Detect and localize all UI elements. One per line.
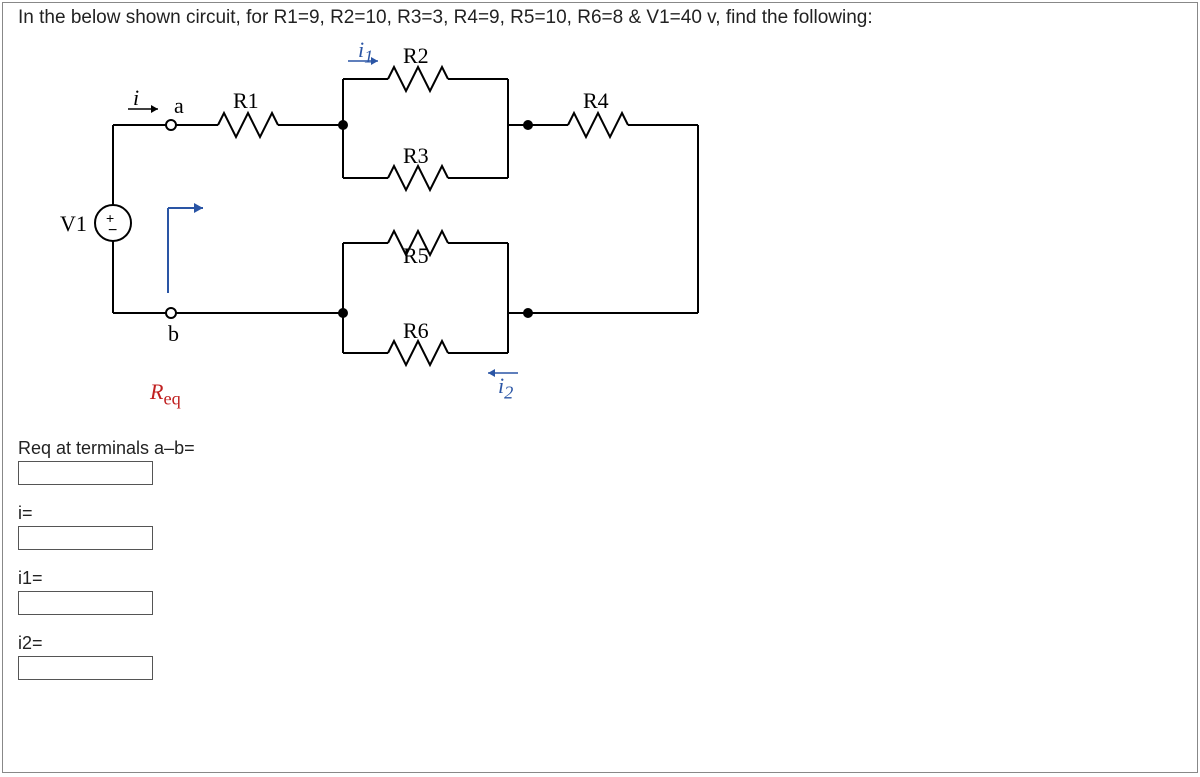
label-r6: R6 [403,318,429,344]
label-i: i [133,85,139,111]
label-i1-answer: i1= [18,568,195,589]
label-i-answer: i= [18,503,195,524]
label-i2: i2 [498,373,513,403]
label-r3: R3 [403,143,429,169]
input-i2[interactable] [18,656,153,680]
label-r5: R5 [403,243,429,269]
label-b: b [168,321,179,347]
label-i1: i1 [358,37,373,67]
input-req[interactable] [18,461,153,485]
label-r1: R1 [233,88,259,114]
label-req-answer: Req at terminals a–b= [18,438,195,459]
circuit-diagram: + − [58,43,758,408]
svg-text:−: − [108,222,117,239]
input-i1[interactable] [18,591,153,615]
label-r2: R2 [403,43,429,69]
label-a: a [174,93,184,119]
label-req: Req [150,379,181,409]
input-i[interactable] [18,526,153,550]
question-text: In the below shown circuit, for R1=9, R2… [18,7,873,29]
label-v1: V1 [60,211,87,237]
label-i2-answer: i2= [18,633,195,654]
answers-section: Req at terminals a–b= i= i1= i2= [18,428,195,698]
label-r4: R4 [583,88,609,114]
